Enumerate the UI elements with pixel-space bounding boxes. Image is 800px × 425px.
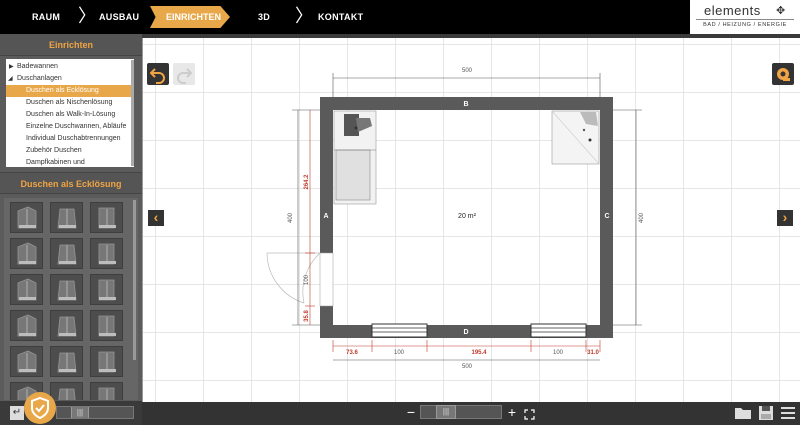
fit-screen-button[interactable] (524, 407, 535, 420)
floor-plan: B A C D 20 m² 500 500 73.6 100 195.4 100… (266, 68, 645, 370)
placed-shower-right[interactable] (551, 110, 600, 165)
dim-bottom-total: 500 (462, 364, 473, 370)
shield-check-icon (31, 396, 49, 420)
zoom-in-button[interactable]: + (505, 402, 519, 423)
dim-bottom-seg-2: 100 (394, 350, 405, 356)
grip-icon: ||| (442, 407, 450, 416)
wall-label-d: D (463, 329, 468, 336)
dim-right-total: 400 (639, 212, 645, 223)
dim-bottom-seg-4: 100 (553, 350, 564, 356)
window-left[interactable] (371, 323, 428, 338)
folder-icon (735, 408, 751, 419)
wall-label-c: C (604, 213, 609, 220)
security-badge[interactable] (24, 392, 56, 424)
zoom-slider[interactable] (420, 405, 502, 419)
placed-shower-left[interactable] (333, 110, 377, 205)
door-arc (266, 252, 305, 304)
dim-bottom-seg-3: 195.4 (471, 350, 487, 356)
wall-a-lower[interactable] (320, 306, 333, 338)
window-right[interactable] (530, 323, 587, 338)
zoom-slider-handle[interactable]: ||| (436, 405, 456, 419)
dim-bottom-seg-5: 31.0 (587, 350, 599, 356)
wall-label-a: A (323, 213, 328, 220)
fit-screen-icon (524, 409, 535, 420)
open-folder-button[interactable] (734, 404, 752, 422)
wall-label-b: B (463, 101, 468, 108)
floppy-icon (759, 406, 773, 420)
dim-left-total: 400 (288, 212, 294, 223)
room-area-label: 20 m² (458, 213, 477, 220)
dim-left-seg-upper: 264.2 (304, 174, 310, 190)
dim-bottom-seg-1: 73.6 (346, 350, 358, 356)
hamburger-icon (781, 407, 795, 419)
dim-top-total: 500 (462, 68, 473, 74)
menu-button[interactable] (780, 405, 796, 421)
zoom-out-button[interactable]: − (404, 402, 418, 423)
dim-left-seg-lower: 35.8 (304, 310, 310, 322)
wall-a-upper[interactable] (320, 97, 333, 253)
dim-left-door: 100 (304, 274, 310, 285)
door-opening[interactable] (319, 252, 334, 307)
save-plan-button[interactable] (757, 404, 775, 422)
